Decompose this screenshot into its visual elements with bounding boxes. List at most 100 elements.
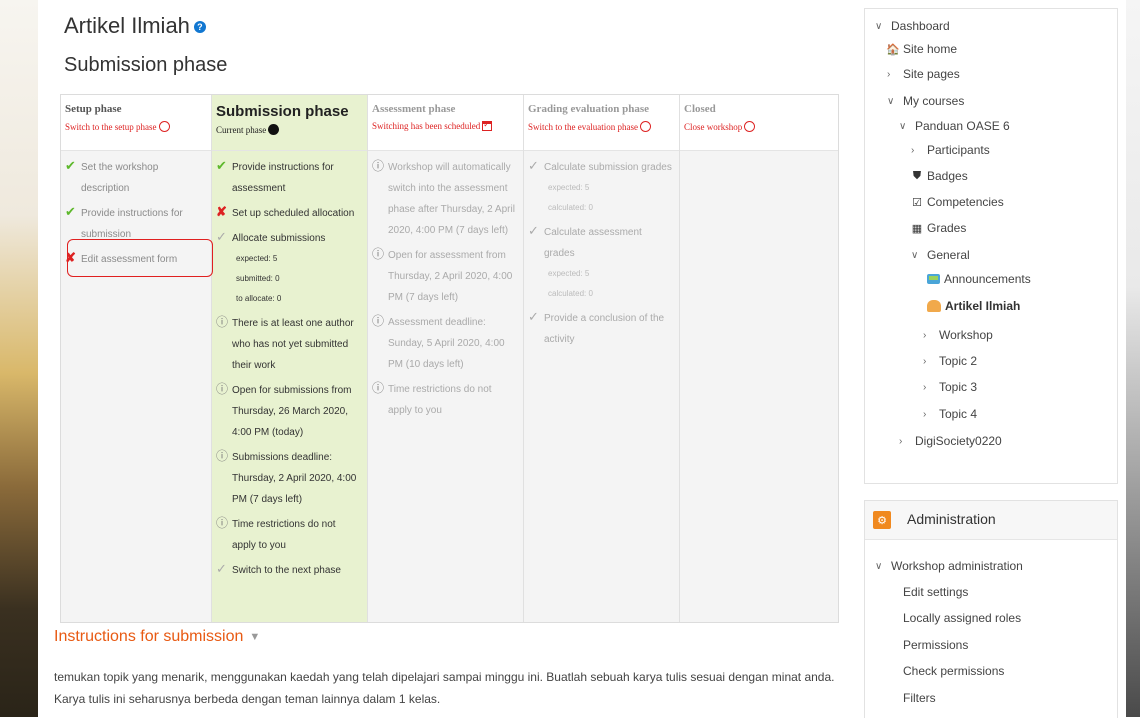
nav-label: Competencies bbox=[927, 195, 1004, 209]
table-icon: ▦ bbox=[911, 222, 923, 235]
chevron-right-icon: › bbox=[923, 408, 927, 420]
workshop-icon bbox=[927, 300, 941, 312]
info-icon: ⓘ bbox=[372, 381, 385, 395]
nav-workshop-administration[interactable]: ∨ Workshop administration bbox=[875, 559, 1023, 573]
instructions-heading[interactable]: Instructions for submission ▼ bbox=[54, 628, 260, 646]
help-icon[interactable]: ? bbox=[193, 21, 206, 33]
task-item: ✓ Calculate assessment grades bbox=[528, 222, 673, 264]
nav-label: Grades bbox=[927, 221, 967, 235]
admin-edit-settings[interactable]: Edit settings bbox=[903, 585, 968, 599]
info-icon: ⓘ bbox=[216, 516, 229, 530]
phase-table: Setup phase Switch to the setup phase ✔ … bbox=[60, 94, 839, 623]
task-item: ⓘ Open for assessment from Thursday, 2 A… bbox=[372, 245, 517, 308]
nav-course-panduan[interactable]: ∨ Panduan OASE 6 bbox=[899, 119, 1010, 133]
phase-tasks: ✓ Calculate submission grades expected: … bbox=[524, 151, 679, 622]
task-item: ✘ Set up scheduled allocation bbox=[216, 203, 361, 224]
admin-filters[interactable]: Filters bbox=[903, 691, 936, 705]
phase-submission: Submission phase Current phase ✔ Provide… bbox=[212, 95, 368, 622]
chevron-down-icon: ∨ bbox=[887, 95, 895, 107]
circle-outline-icon bbox=[744, 121, 756, 132]
nav-label: Artikel Ilmiah bbox=[945, 299, 1021, 313]
nav-label: Topic 2 bbox=[939, 354, 978, 368]
nav-workshop[interactable]: › Workshop bbox=[923, 328, 993, 342]
switching-scheduled-indicator[interactable]: Switching has been scheduled bbox=[372, 120, 523, 131]
chevron-right-icon: › bbox=[899, 435, 903, 447]
caret-down-icon[interactable]: ▼ bbox=[249, 631, 260, 643]
chevron-down-icon: ∨ bbox=[875, 560, 883, 572]
pending-check-icon: ✓ bbox=[216, 229, 227, 244]
nav-participants[interactable]: › Participants bbox=[911, 143, 990, 157]
filled-circle-icon bbox=[268, 124, 280, 135]
phase-tasks: ✔ Set the workshop description ✔ Provide… bbox=[61, 151, 211, 622]
shield-icon: ⛊ bbox=[912, 169, 922, 182]
phase-header: Submission phase Current phase bbox=[212, 95, 367, 151]
nav-competencies[interactable]: ☑ Competencies bbox=[911, 195, 1004, 209]
forum-icon bbox=[927, 274, 940, 284]
switch-to-setup-link[interactable]: Switch to the setup phase bbox=[65, 121, 211, 132]
cogs-icon: ⚙ bbox=[873, 511, 891, 529]
nav-site-pages[interactable]: › Site pages bbox=[887, 67, 960, 81]
chevron-right-icon: › bbox=[923, 329, 927, 341]
phase-action-label: Switch to the setup phase bbox=[65, 121, 157, 132]
admin-locally-assigned-roles[interactable]: Locally assigned roles bbox=[903, 611, 1021, 625]
nav-grades[interactable]: ▦ Grades bbox=[911, 221, 967, 235]
nav-label: My courses bbox=[903, 94, 965, 108]
chevron-down-icon: ∨ bbox=[875, 20, 883, 32]
task-details: expected: 5 submitted: 0 to allocate: 0 bbox=[216, 249, 361, 309]
phase-assessment: Assessment phase Switching has been sche… bbox=[368, 95, 524, 622]
navigation-block: ∨ Dashboard 🏠 Site home › Site pages ∨ M… bbox=[864, 8, 1118, 484]
instructions-text: temukan topik yang menarik, menggunakan … bbox=[54, 670, 835, 706]
task-text[interactable]: Set the workshop description bbox=[81, 157, 205, 199]
nav-dashboard[interactable]: ∨ Dashboard bbox=[875, 19, 950, 33]
nav-general[interactable]: ∨ General bbox=[911, 248, 970, 262]
pending-check-icon: ✓ bbox=[528, 158, 539, 173]
pending-check-icon: ✓ bbox=[528, 309, 539, 324]
task-item: ✓ Allocate submissions bbox=[216, 228, 361, 249]
nav-label: Participants bbox=[927, 143, 990, 157]
switch-to-evaluation-link[interactable]: Switch to the evaluation phase bbox=[528, 121, 679, 132]
chevron-right-icon: › bbox=[923, 381, 927, 393]
nav-label: Dashboard bbox=[891, 19, 950, 33]
circle-outline-icon bbox=[639, 121, 651, 132]
task-text[interactable]: Allocate submissions bbox=[232, 228, 325, 249]
task-item: ⓘ Assessment deadline: Sunday, 5 April 2… bbox=[372, 312, 517, 375]
nav-badges[interactable]: ⛊ Badges bbox=[911, 169, 968, 183]
task-text[interactable]: Provide instructions for assessment bbox=[232, 157, 361, 199]
task-text[interactable]: Set up scheduled allocation bbox=[232, 203, 354, 224]
nav-artikel-ilmiah[interactable]: Artikel Ilmiah bbox=[927, 299, 1020, 313]
nav-label: Panduan OASE 6 bbox=[915, 119, 1010, 133]
nav-label: DigiSociety0220 bbox=[915, 434, 1002, 448]
nav-digisociety[interactable]: › DigiSociety0220 bbox=[899, 434, 1002, 448]
task-text: Switch to the next phase bbox=[232, 565, 341, 576]
admin-check-permissions[interactable]: Check permissions bbox=[903, 664, 1004, 678]
close-workshop-link[interactable]: Close workshop bbox=[684, 121, 838, 132]
phase-action-label: Current phase bbox=[216, 124, 267, 135]
nav-announcements[interactable]: Announcements bbox=[927, 272, 1031, 286]
nav-label: Site pages bbox=[903, 67, 960, 81]
phase-tasks: ⓘ Workshop will automatically switch int… bbox=[368, 151, 523, 622]
detail-submitted: submitted: 0 bbox=[236, 274, 280, 283]
nav-topic-3[interactable]: › Topic 3 bbox=[923, 380, 977, 394]
check-icon: ✔ bbox=[216, 158, 227, 173]
task-text: Time restrictions do not apply to you bbox=[388, 384, 492, 416]
current-phase-indicator: Current phase bbox=[216, 124, 367, 135]
task-item: ⓘ Time restrictions do not apply to you bbox=[216, 514, 361, 556]
nav-topic-2[interactable]: › Topic 2 bbox=[923, 354, 977, 368]
page-title-text: Artikel Ilmiah bbox=[64, 13, 190, 38]
nav-site-home[interactable]: 🏠 Site home bbox=[886, 42, 958, 56]
admin-permissions[interactable]: Permissions bbox=[903, 638, 968, 652]
task-text: Open for assessment from Thursday, 2 Apr… bbox=[388, 250, 513, 303]
task-text: Submissions deadline: Thursday, 2 April … bbox=[232, 452, 357, 505]
phase-action-label: Switch to the evaluation phase bbox=[528, 121, 638, 132]
nav-topic-4[interactable]: › Topic 4 bbox=[923, 407, 977, 421]
phase-grading-evaluation: Grading evaluation phase Switch to the e… bbox=[524, 95, 680, 622]
phase-name: Setup phase bbox=[65, 103, 122, 115]
administration-block: ⚙ Administration ∨ Workshop administrati… bbox=[864, 500, 1118, 718]
nav-my-courses[interactable]: ∨ My courses bbox=[887, 94, 964, 108]
info-icon: ⓘ bbox=[216, 382, 229, 396]
nav-label: Site home bbox=[903, 42, 958, 56]
phase-closed: Closed Close workshop bbox=[680, 95, 838, 622]
nav-label: Badges bbox=[927, 169, 968, 183]
phase-name: Closed bbox=[684, 103, 716, 115]
task-text: Open for submissions from Thursday, 26 M… bbox=[232, 385, 352, 438]
